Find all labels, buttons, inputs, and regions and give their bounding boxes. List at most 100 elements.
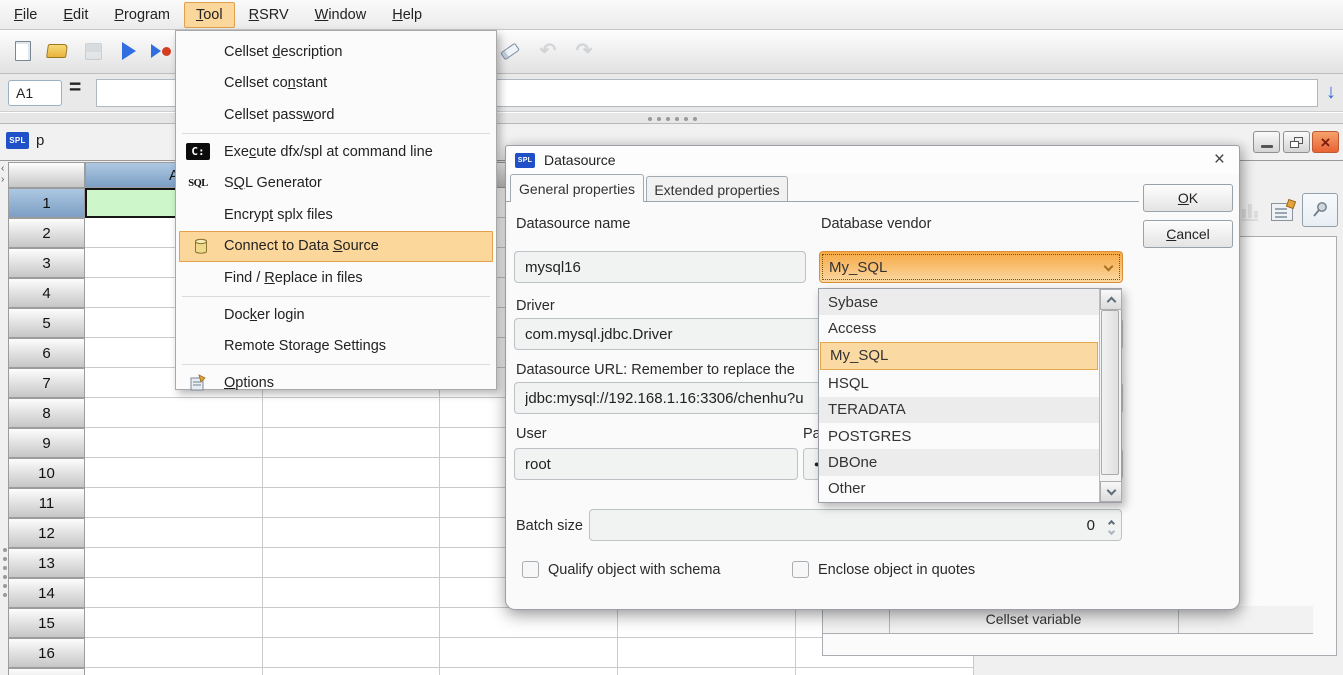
- splitter-handle[interactable]: [648, 117, 697, 121]
- cell-A15[interactable]: [85, 608, 263, 638]
- qualify-schema-checkbox[interactable]: [522, 561, 539, 578]
- vendor-scroll-thumb[interactable]: [1101, 310, 1119, 475]
- menu-item-remote-storage-settings[interactable]: Remote Storage Settings: [176, 330, 496, 362]
- row-header-8[interactable]: 8: [8, 398, 85, 428]
- cell-C16[interactable]: [440, 638, 618, 668]
- vendor-list-scrollbar[interactable]: [1099, 289, 1121, 502]
- menubar-item-edit[interactable]: Edit: [51, 2, 100, 28]
- menubar-item-help[interactable]: Help: [380, 2, 434, 28]
- menubar-item-program[interactable]: Program: [102, 2, 182, 28]
- menubar-item-window[interactable]: Window: [303, 2, 379, 28]
- menu-item-encrypt-splx-files[interactable]: Encrypt splx files: [176, 199, 496, 231]
- cell-B10[interactable]: [263, 458, 440, 488]
- menubar-item-rsrv[interactable]: RSRV: [237, 2, 301, 28]
- vendor-option-access[interactable]: Access: [819, 315, 1099, 341]
- sheet-tab[interactable]: SPL p: [6, 132, 44, 149]
- cell-A10[interactable]: [85, 458, 263, 488]
- vendor-option-sybase[interactable]: Sybase: [819, 289, 1099, 315]
- vendor-scroll-down-icon[interactable]: [1100, 481, 1122, 502]
- run-to-cursor-icon[interactable]: [148, 38, 174, 64]
- menu-item-sql-generator[interactable]: SQLSQL Generator: [176, 167, 496, 199]
- open-file-icon[interactable]: [44, 38, 70, 64]
- row-header-4[interactable]: 4: [8, 278, 85, 308]
- database-vendor-combo[interactable]: My_SQL: [819, 251, 1123, 283]
- row-header-17[interactable]: 17: [8, 668, 85, 675]
- cell-A17[interactable]: [85, 668, 263, 675]
- pin-icon[interactable]: [1302, 193, 1338, 227]
- cell-A8[interactable]: [85, 398, 263, 428]
- menu-item-execute-dfx-spl-at-command-line[interactable]: C:Execute dfx/spl at command line: [176, 136, 496, 168]
- row-header-3[interactable]: 3: [8, 248, 85, 278]
- menu-item-cellset-constant[interactable]: Cellset constant: [176, 68, 496, 100]
- row-header-13[interactable]: 13: [8, 548, 85, 578]
- cell-B17[interactable]: [263, 668, 440, 675]
- restore-button[interactable]: [1283, 131, 1310, 153]
- row-header-15[interactable]: 15: [8, 608, 85, 638]
- menu-item-cellset-password[interactable]: Cellset password: [176, 99, 496, 131]
- cell-B15[interactable]: [263, 608, 440, 638]
- cell-C17[interactable]: [440, 668, 618, 675]
- vendor-option-other[interactable]: Other: [819, 476, 1099, 502]
- cell-C15[interactable]: [440, 608, 618, 638]
- menubar-item-tool[interactable]: Tool: [184, 2, 235, 28]
- dialog-title-bar[interactable]: SPL Datasource ×: [506, 146, 1239, 174]
- new-file-icon[interactable]: [10, 38, 36, 64]
- vendor-option-dbone[interactable]: DBOne: [819, 449, 1099, 475]
- menubar-item-file[interactable]: File: [2, 2, 49, 28]
- cell-B13[interactable]: [263, 548, 440, 578]
- cell-D15[interactable]: [618, 608, 796, 638]
- menu-item-find-replace-in-files[interactable]: Find / Replace in files: [176, 262, 496, 294]
- menu-item-docker-login[interactable]: Docker login: [176, 299, 496, 331]
- dialog-close-icon[interactable]: ×: [1214, 148, 1225, 172]
- tab-general-properties[interactable]: General properties: [510, 174, 644, 202]
- row-header-11[interactable]: 11: [8, 488, 85, 518]
- cancel-button[interactable]: Cancel: [1143, 220, 1233, 248]
- row-header-12[interactable]: 12: [8, 518, 85, 548]
- row-header-5[interactable]: 5: [8, 308, 85, 338]
- cell-A14[interactable]: [85, 578, 263, 608]
- pane-scroll-right-icon[interactable]: ›: [1, 175, 9, 185]
- row-header-14[interactable]: 14: [8, 578, 85, 608]
- clear-icon[interactable]: [497, 38, 523, 64]
- menu-item-options[interactable]: Options: [176, 367, 496, 399]
- grid-corner-header[interactable]: [8, 162, 85, 188]
- expand-formula-icon[interactable]: ↓: [1320, 78, 1342, 106]
- cell-A16[interactable]: [85, 638, 263, 668]
- run-icon[interactable]: [116, 38, 142, 64]
- vendor-scroll-up-icon[interactable]: [1100, 289, 1122, 310]
- cell-A12[interactable]: [85, 518, 263, 548]
- vendor-option-hsql[interactable]: HSQL: [819, 370, 1099, 396]
- cell-D17[interactable]: [618, 668, 796, 675]
- cell-B16[interactable]: [263, 638, 440, 668]
- cell-A13[interactable]: [85, 548, 263, 578]
- batch-size-input[interactable]: 0: [589, 509, 1122, 541]
- vendor-option-my-sql[interactable]: My_SQL: [820, 342, 1098, 370]
- close-button[interactable]: ×: [1312, 131, 1339, 153]
- cell-B14[interactable]: [263, 578, 440, 608]
- ok-button[interactable]: OK: [1143, 184, 1233, 212]
- vendor-option-teradata[interactable]: TERADATA: [819, 397, 1099, 423]
- cell-B8[interactable]: [263, 398, 440, 428]
- row-header-7[interactable]: 7: [8, 368, 85, 398]
- cell-B11[interactable]: [263, 488, 440, 518]
- row-header-2[interactable]: 2: [8, 218, 85, 248]
- cell-A11[interactable]: [85, 488, 263, 518]
- row-header-6[interactable]: 6: [8, 338, 85, 368]
- cell-E17[interactable]: [796, 668, 974, 675]
- user-input[interactable]: [514, 448, 798, 480]
- properties-icon[interactable]: [1267, 197, 1297, 227]
- row-header-10[interactable]: 10: [8, 458, 85, 488]
- vendor-option-postgres[interactable]: POSTGRES: [819, 423, 1099, 449]
- row-header-1[interactable]: 1: [8, 188, 85, 218]
- minimize-button[interactable]: [1253, 131, 1280, 153]
- row-header-9[interactable]: 9: [8, 428, 85, 458]
- datasource-name-input[interactable]: [514, 251, 806, 283]
- cell-B9[interactable]: [263, 428, 440, 458]
- cell-A9[interactable]: [85, 428, 263, 458]
- batch-size-stepper[interactable]: [1109, 518, 1114, 537]
- enclose-quotes-checkbox[interactable]: [792, 561, 809, 578]
- vertical-splitter-handle[interactable]: [3, 548, 7, 597]
- cell-reference-box[interactable]: A1: [8, 80, 62, 106]
- row-header-16[interactable]: 16: [8, 638, 85, 668]
- menu-item-cellset-description[interactable]: Cellset description: [176, 36, 496, 68]
